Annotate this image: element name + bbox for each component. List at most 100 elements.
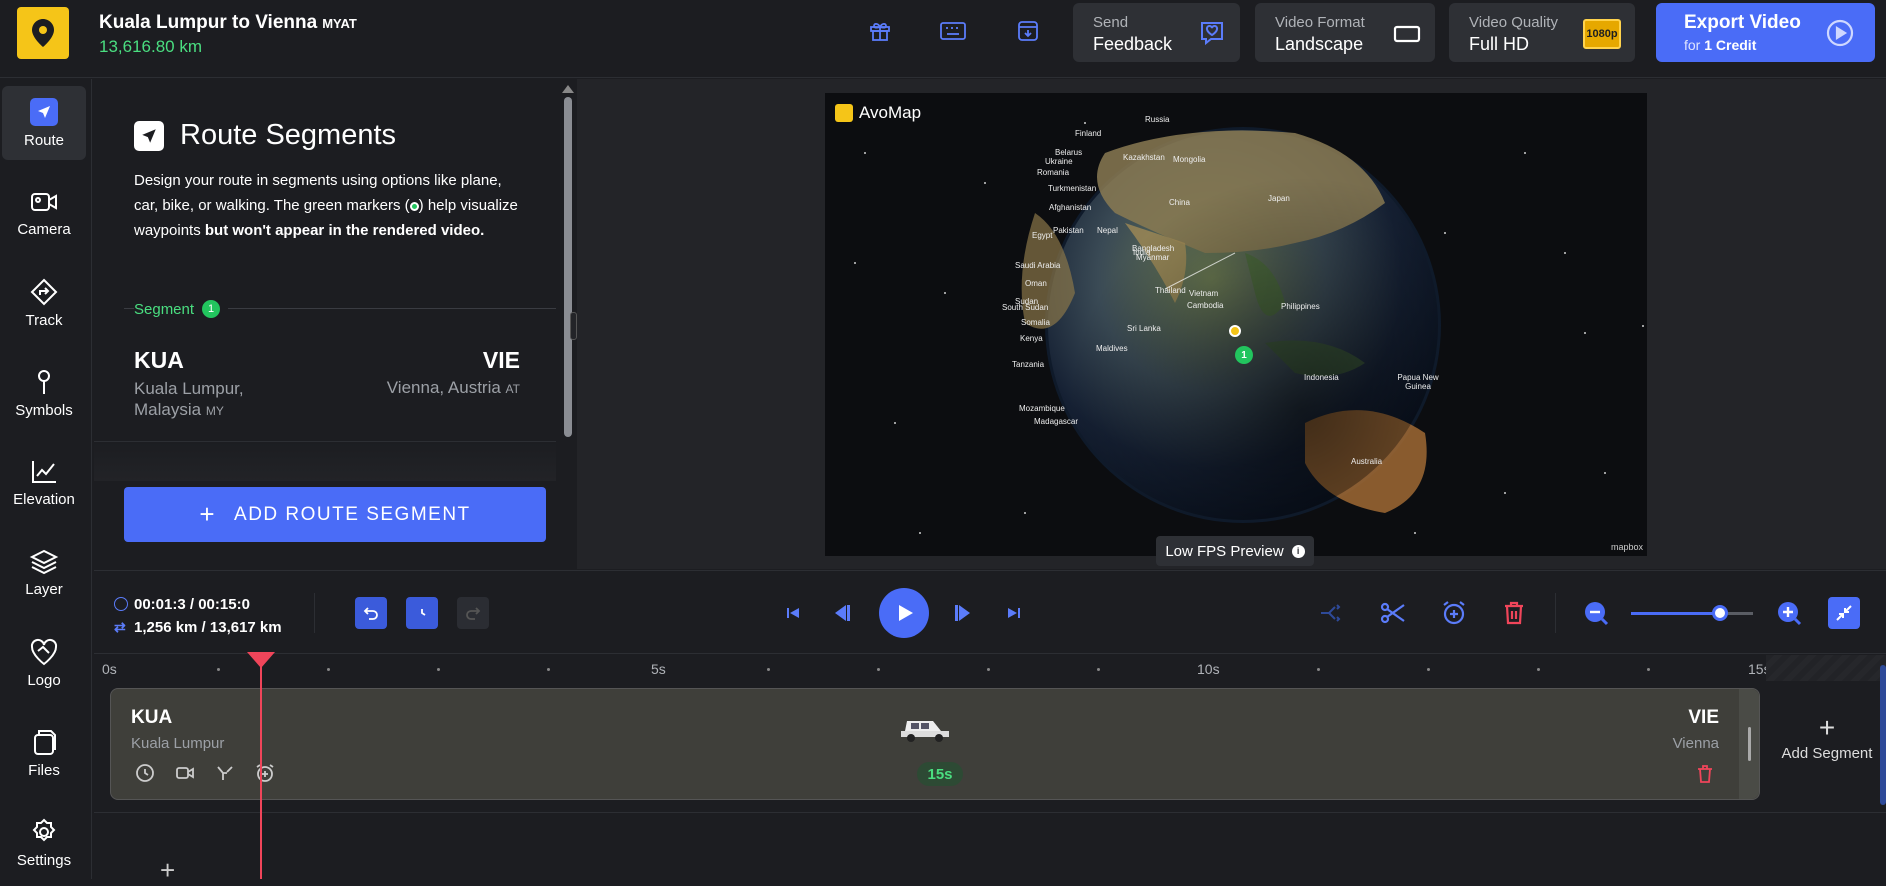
segment-camera-icon[interactable]: [175, 763, 195, 783]
add-segment-button[interactable]: + Add Segment: [1772, 714, 1882, 763]
map-label: South Sudan: [1002, 303, 1049, 312]
track-icon: [30, 278, 58, 305]
app-logo[interactable]: [17, 7, 69, 59]
step-forward-button[interactable]: [947, 597, 979, 629]
export-line1: Export Video: [1684, 12, 1801, 33]
segment-alarm-icon[interactable]: [255, 763, 275, 783]
segment-option-icons: [135, 763, 275, 783]
play-button[interactable]: [879, 588, 929, 638]
divider: [1555, 593, 1556, 633]
to-city-text: Vienna, Austria: [386, 378, 501, 397]
segment-timing-icon[interactable]: [135, 763, 155, 783]
redo-button[interactable]: [457, 597, 489, 629]
to-code[interactable]: VIE: [483, 347, 520, 374]
segment-delete-icon[interactable]: [1697, 765, 1713, 783]
send-feedback-button[interactable]: Send Feedback: [1073, 3, 1240, 62]
time-ruler[interactable]: 0s 5s 10s 15s: [94, 655, 1886, 685]
landscape-icon: [1393, 25, 1421, 43]
ruler-tick: [1427, 668, 1430, 671]
sidebar-item-elevation[interactable]: Elevation: [2, 446, 86, 520]
zoom-out-button[interactable]: [1580, 597, 1612, 629]
split-icon: [1321, 604, 1341, 622]
segment-resize-handle[interactable]: [1739, 689, 1759, 799]
step-back-button[interactable]: [826, 597, 858, 629]
sidebar-label-layer: Layer: [25, 580, 63, 598]
project-title-text: Kuala Lumpur to Vienna: [99, 12, 318, 33]
export-play-icon: [1826, 19, 1854, 47]
download-box-icon: [1018, 21, 1038, 41]
sidebar-item-route[interactable]: Route: [2, 86, 86, 160]
undo-button[interactable]: [355, 597, 387, 629]
project-title[interactable]: Kuala Lumpur to Vienna MYAT: [99, 12, 357, 34]
playback-controls: 00:01:3 / 00:15:0 ⇄ 1,256 km / 13,617 km: [94, 570, 1886, 654]
sidebar-label-symbols: Symbols: [15, 401, 73, 419]
save-download-button[interactable]: [1011, 16, 1045, 46]
map-label: Australia: [1351, 457, 1383, 466]
export-line2: for 1 Credit: [1684, 37, 1847, 53]
segment-duration-badge[interactable]: 15s: [917, 762, 963, 786]
ruler-label: 0s: [102, 661, 117, 677]
clock-play-icon: [114, 597, 128, 611]
waypoint-marker[interactable]: 1: [1235, 346, 1253, 364]
sidebar-item-logo[interactable]: Logo: [2, 626, 86, 700]
zoom-in-button[interactable]: [1773, 597, 1805, 629]
keyboard-shortcuts-button[interactable]: [936, 16, 970, 46]
segment-label: Segment 1: [134, 300, 229, 318]
redo-icon: [466, 607, 481, 620]
time-readout: 00:01:3 / 00:15:0: [134, 596, 250, 613]
panel-resize-handle[interactable]: [570, 312, 577, 340]
sidebar-item-camera[interactable]: Camera: [2, 176, 86, 250]
ruler-tick: [327, 668, 330, 671]
timeline-scrollbar[interactable]: [1880, 665, 1886, 805]
export-prefix: for: [1684, 37, 1705, 53]
sidebar-item-track[interactable]: Track: [2, 266, 86, 340]
map-preview[interactable]: AvoMap 1 mapbox Russia Finland Belarus K…: [825, 93, 1647, 556]
add-timing-button[interactable]: [1438, 597, 1470, 629]
distance-readout: 1,256 km / 13,617 km: [134, 619, 282, 636]
step-forward-icon: [955, 605, 970, 621]
timeline-segment-card[interactable]: KUA Kuala Lumpur VIE Vienna 15s: [110, 688, 1760, 800]
collapse-timeline-button[interactable]: [1828, 597, 1860, 629]
country-codes: MYAT: [322, 16, 357, 31]
sidebar-item-files[interactable]: Files: [2, 716, 86, 790]
gift-button[interactable]: [863, 16, 897, 46]
low-fps-preview-badge[interactable]: Low FPS Preview i: [1156, 536, 1314, 566]
sidebar-item-layer[interactable]: Layer: [2, 536, 86, 610]
skip-to-start-button[interactable]: [777, 597, 809, 629]
pin-icon: [38, 369, 50, 394]
sidebar-item-settings[interactable]: Settings: [2, 806, 86, 880]
from-code[interactable]: KUA: [134, 347, 184, 374]
map-label: Tanzania: [1012, 360, 1045, 369]
video-quality-selector[interactable]: Video Quality Full HD 1080p: [1449, 3, 1635, 62]
add-track-button[interactable]: +: [160, 855, 175, 886]
heart-chat-icon: [1201, 22, 1223, 46]
scissors-icon: [1380, 602, 1405, 624]
play-icon: [899, 605, 913, 621]
skip-to-end-button[interactable]: [998, 597, 1030, 629]
panel-scrollbar[interactable]: [562, 85, 574, 525]
segment-to-city: Vienna: [1672, 735, 1719, 752]
split-route-button[interactable]: [1315, 597, 1347, 629]
from-country: MY: [205, 404, 224, 418]
segment-branch-icon[interactable]: [215, 763, 235, 783]
video-format-selector[interactable]: Video Format Landscape: [1255, 3, 1435, 62]
zoom-out-icon: [1585, 602, 1609, 626]
hd-badge-icon: 1080p: [1583, 19, 1621, 49]
skip-end-icon: [1008, 608, 1020, 618]
to-country: AT: [505, 382, 520, 396]
car-transport-icon[interactable]: [897, 713, 953, 743]
from-city: Kuala Lumpur, Malaysia MY: [134, 378, 264, 422]
zoom-slider-knob[interactable]: [1712, 605, 1728, 621]
add-route-segment-button[interactable]: + ADD ROUTE SEGMENT: [124, 487, 546, 542]
zoom-slider-fill: [1631, 612, 1719, 615]
files-icon: [34, 729, 56, 755]
history-button[interactable]: [406, 597, 438, 629]
sidebar-item-symbols[interactable]: Symbols: [2, 356, 86, 430]
zoom-slider[interactable]: [1631, 605, 1753, 621]
delete-button[interactable]: [1498, 597, 1530, 629]
map-label: Somalia: [1021, 318, 1050, 327]
cut-button[interactable]: [1377, 597, 1409, 629]
export-video-button[interactable]: Export Video for 1 Credit: [1656, 3, 1875, 62]
map-label: Madagascar: [1034, 417, 1079, 426]
sidebar-label-files: Files: [28, 761, 60, 779]
